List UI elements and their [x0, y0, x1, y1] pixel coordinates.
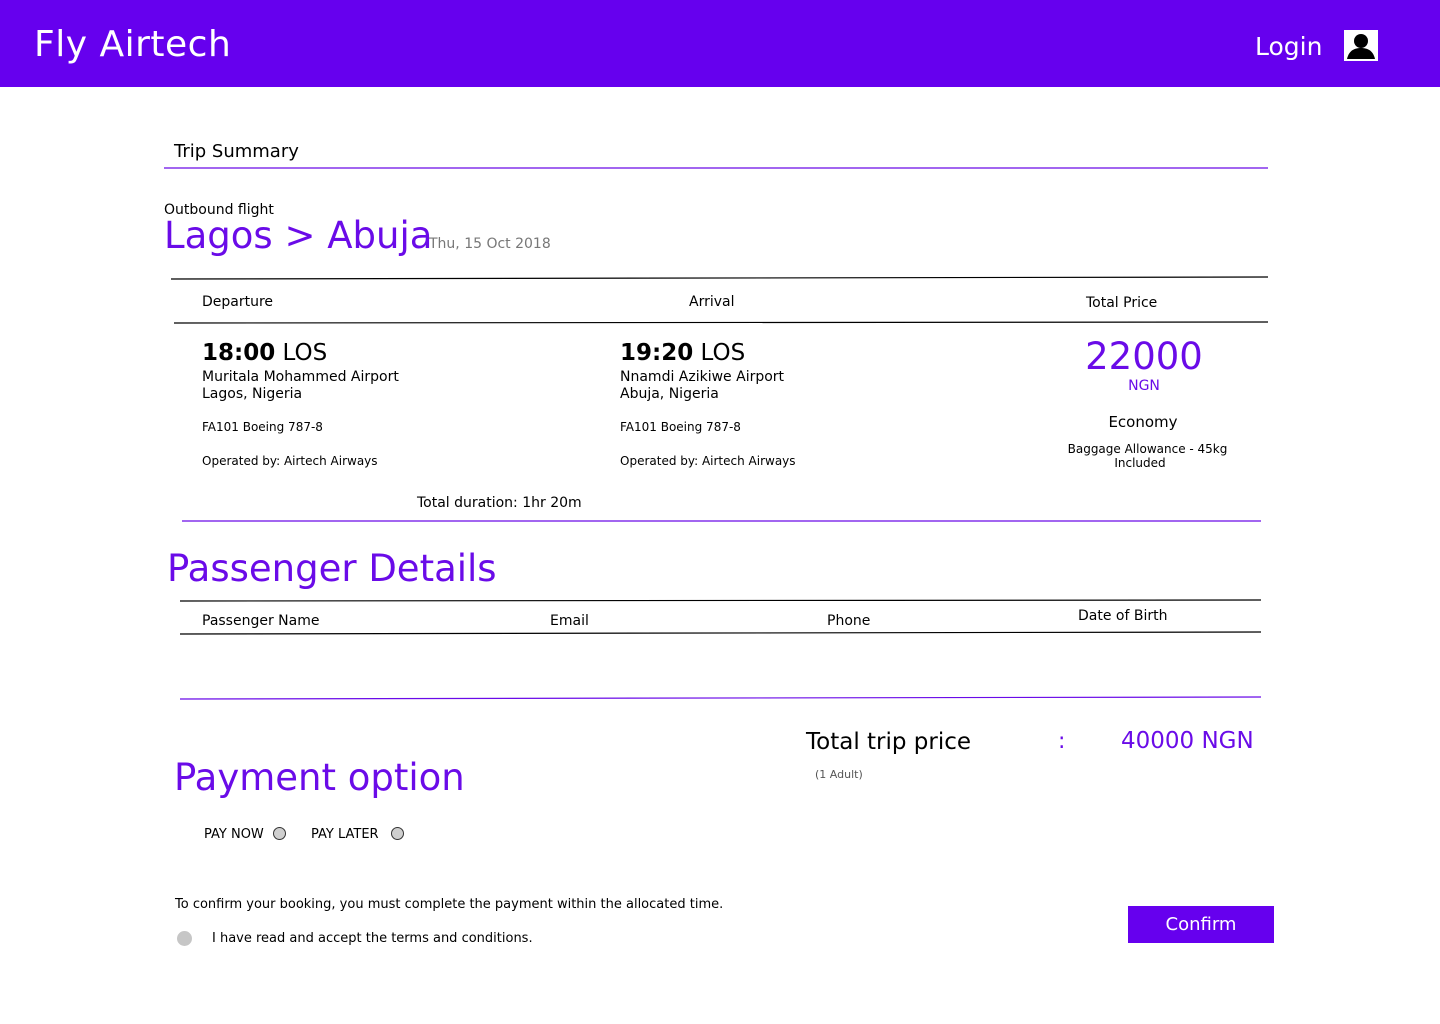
pay-now-label[interactable]: PAY NOW [204, 827, 264, 842]
departure-time-row: 18:00 LOS [202, 340, 327, 366]
arrival-flight-number: FA101 Boeing 787-8 [620, 420, 741, 434]
passenger-email-header: Email [550, 613, 589, 629]
flight-table-header-border [173, 321, 1269, 324]
passenger-dob-header: Date of Birth [1078, 608, 1168, 624]
total-trip-price-separator: : [1058, 729, 1066, 754]
arrival-time: 19:20 [620, 340, 694, 366]
terms-label[interactable]: I have read and accept the terms and con… [212, 931, 533, 946]
fare-amount: 22000 [1085, 335, 1203, 378]
departure-flight-number: FA101 Boeing 787-8 [202, 420, 323, 434]
baggage-allowance: Baggage Allowance - 45kg [1067, 442, 1228, 456]
departure-header: Departure [202, 294, 274, 310]
payment-option-title: Payment option [174, 756, 465, 799]
baggage-included: Included [1114, 456, 1166, 470]
departure-airport: Muritala Mohammed Airport [202, 369, 399, 385]
arrival-time-row: 19:20 LOS [620, 340, 745, 366]
confirm-button[interactable]: Confirm [1128, 906, 1274, 943]
pay-later-label[interactable]: PAY LATER [311, 827, 379, 842]
total-trip-price-label: Total trip price [806, 729, 972, 755]
pay-now-radio[interactable] [273, 827, 286, 840]
passenger-table-top-border [179, 599, 1262, 602]
trip-summary-heading: Trip Summary [174, 141, 299, 162]
total-trip-price-amount: 40000 NGN [1121, 728, 1254, 754]
cabin-class: Economy [1108, 413, 1178, 431]
total-duration: Total duration: 1hr 20m [417, 495, 582, 511]
passenger-name-header: Passenger Name [202, 613, 320, 629]
passenger-table-bottom-border [179, 696, 1262, 700]
arrival-operator: Operated by: Airtech Airways [620, 454, 796, 468]
passenger-phone-header: Phone [827, 613, 871, 629]
passenger-table-header-border [179, 631, 1262, 635]
departure-operator: Operated by: Airtech Airways [202, 454, 378, 468]
arrival-code: LOS [700, 340, 746, 366]
arrival-header: Arrival [689, 294, 735, 310]
flight-table-top-border [170, 276, 1269, 280]
departure-city: Lagos, Nigeria [202, 386, 303, 402]
flight-table-bottom-border [182, 520, 1261, 522]
departure-code: LOS [282, 340, 328, 366]
fare-currency: NGN [1128, 378, 1160, 394]
trip-summary-divider [164, 167, 1268, 169]
passenger-details-title: Passenger Details [167, 547, 497, 590]
user-icon[interactable] [1344, 30, 1378, 61]
arrival-city: Abuja, Nigeria [620, 386, 719, 402]
flight-date: Thu, 15 Oct 2018 [429, 236, 551, 252]
terms-checkbox[interactable] [177, 931, 192, 946]
passenger-count-note: (1 Adult) [815, 768, 863, 781]
arrival-airport: Nnamdi Azikiwe Airport [620, 369, 785, 385]
brand-logo[interactable]: Fly Airtech [34, 24, 231, 65]
route-title: Lagos > Abuja [164, 214, 433, 257]
pay-later-radio[interactable] [391, 827, 404, 840]
total-price-header: Total Price [1086, 295, 1158, 311]
top-header: Fly Airtech Login [0, 0, 1440, 87]
departure-time: 18:00 [202, 340, 276, 366]
payment-notice: To confirm your booking, you must comple… [175, 897, 724, 912]
login-link[interactable]: Login [1255, 32, 1322, 61]
